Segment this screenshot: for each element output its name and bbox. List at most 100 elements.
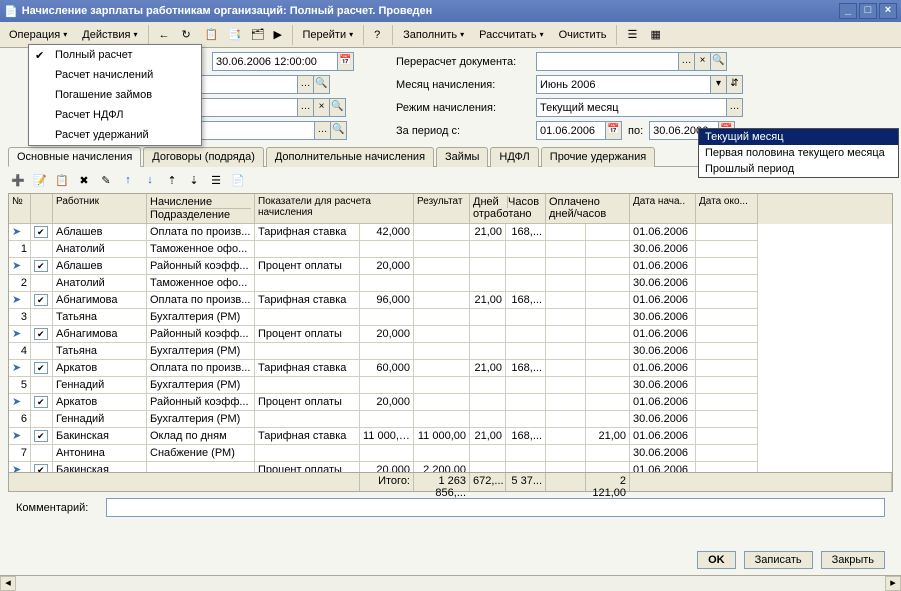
tab-main-accruals[interactable]: Основные начисления — [8, 147, 141, 167]
move-down-icon[interactable]: ↓ — [140, 170, 160, 190]
search-icon[interactable]: 🔍 — [711, 52, 727, 71]
table-row-sub[interactable]: 3ТатьянаБухгалтерия (РМ)30.06.2006 — [9, 309, 892, 326]
opmenu-item-accruals[interactable]: Расчет начислений — [29, 65, 201, 85]
actions-menu[interactable]: Действия▾ — [75, 24, 144, 46]
mode-popup[interactable]: Текущий месяц Первая половина текущего м… — [698, 128, 899, 178]
tab-loans[interactable]: Займы — [436, 147, 488, 167]
search-icon[interactable]: 🔍 — [314, 75, 330, 94]
copy-row-icon[interactable]: 📋 — [52, 170, 72, 190]
col-paid[interactable]: Оплачено дней/часов — [546, 194, 630, 224]
select-icon[interactable]: … — [679, 52, 695, 71]
close-button[interactable]: Закрыть — [821, 551, 885, 569]
col-result[interactable]: Результат — [414, 194, 470, 224]
toolbar-refresh-icon[interactable]: ↻ — [175, 24, 197, 46]
toolbar-copy-icon[interactable]: 📋 — [198, 24, 220, 46]
col-employee[interactable]: Работник — [53, 194, 147, 224]
period-from-input[interactable]: 01.06.2006 — [536, 121, 606, 140]
save-button[interactable]: Записать — [744, 551, 813, 569]
org-input[interactable] — [188, 75, 298, 94]
filter-icon[interactable]: ☰ — [206, 170, 226, 190]
table-row-sub[interactable]: 6ГеннадийБухгалтерия (РМ)30.06.2006 — [9, 411, 892, 428]
date-from-input[interactable]: 30.06.2006 12:00:00 — [212, 52, 338, 71]
sort-desc-icon[interactable]: ⇣ — [184, 170, 204, 190]
col-indicators[interactable]: Показатели для расчета начисления — [255, 194, 414, 224]
goto-menu[interactable]: Перейти▾ — [296, 24, 361, 46]
tab-other[interactable]: Прочие удержания — [541, 147, 655, 167]
scroll-left-icon[interactable]: ◂ — [0, 576, 16, 591]
month-input[interactable]: Июнь 2006 — [536, 75, 711, 94]
col-check[interactable] — [31, 194, 53, 224]
row-checkbox[interactable]: ✔ — [31, 258, 53, 275]
dropdown-icon[interactable]: ▾ — [711, 75, 727, 94]
table-row[interactable]: ➤✔АбнагимоваРайонный коэфф...Процент опл… — [9, 326, 892, 343]
select-icon[interactable]: … — [727, 98, 743, 117]
col-num[interactable]: № — [9, 194, 31, 224]
tab-ndfl[interactable]: НДФЛ — [490, 147, 538, 167]
date-picker-icon[interactable]: 📅 — [338, 52, 354, 71]
clear-icon[interactable]: × — [314, 98, 330, 117]
calc-menu[interactable]: Рассчитать▾ — [472, 24, 550, 46]
resp-input[interactable] — [185, 121, 315, 140]
mode-option-firsthalf[interactable]: Первая половина текущего месяца — [699, 145, 898, 161]
scroll-right-icon[interactable]: ▸ — [885, 576, 901, 591]
insert-row-icon[interactable]: 📝 — [30, 170, 50, 190]
toolbar-back-icon[interactable]: ← — [152, 24, 174, 46]
add-row-icon[interactable]: ➕ — [8, 170, 28, 190]
mode-option-prev[interactable]: Прошлый период — [699, 161, 898, 177]
tab-additional[interactable]: Дополнительные начисления — [266, 147, 434, 167]
table-row[interactable]: ➤✔АблашевОплата по произв...Тарифная ста… — [9, 224, 892, 241]
move-up-icon[interactable]: ↑ — [118, 170, 138, 190]
maximize-button[interactable]: □ — [859, 3, 877, 19]
row-checkbox[interactable]: ✔ — [31, 224, 53, 241]
row-checkbox[interactable]: ✔ — [31, 428, 53, 445]
grid-body[interactable]: ➤✔АблашевОплата по произв...Тарифная ста… — [9, 224, 892, 472]
table-row[interactable]: ➤✔АркатовОплата по произв...Тарифная ста… — [9, 360, 892, 377]
toolbar-structure-icon[interactable]: 📑 — [221, 24, 243, 46]
select-icon[interactable]: … — [315, 121, 331, 140]
row-checkbox[interactable]: ✔ — [31, 360, 53, 377]
fill-menu[interactable]: Заполнить▾ — [396, 24, 471, 46]
ok-button[interactable]: OK — [697, 551, 736, 569]
opmenu-item-deductions[interactable]: Расчет удержаний — [29, 125, 201, 145]
edit-row-icon[interactable]: ✎ — [96, 170, 116, 190]
row-checkbox[interactable]: ✔ — [31, 394, 53, 411]
comment-input[interactable] — [106, 498, 885, 517]
clear-button[interactable]: Очистить — [552, 24, 614, 46]
close-button[interactable]: × — [879, 3, 897, 19]
col-date-start[interactable]: Дата нача.. — [630, 194, 696, 224]
toolbar-tree-icon[interactable]: 🗂 — [244, 24, 266, 46]
operation-menu[interactable]: Операция▾ — [2, 24, 74, 46]
operation-dropdown[interactable]: ✔Полный расчет Расчет начислений Погашен… — [28, 44, 202, 146]
opmenu-item-ndfl[interactable]: Расчет НДФЛ — [29, 105, 201, 125]
table-row-sub[interactable]: 5ГеннадийБухгалтерия (РМ)30.06.2006 — [9, 377, 892, 394]
table-row[interactable]: ➤✔БакинскаяОклад по днямТарифная ставка1… — [9, 428, 892, 445]
row-checkbox[interactable]: ✔ — [31, 462, 53, 472]
table-row[interactable]: ➤✔АркатовРайонный коэфф...Процент оплаты… — [9, 394, 892, 411]
select-icon[interactable]: … — [298, 75, 314, 94]
table-row[interactable]: ➤✔АблашевРайонный коэфф...Процент оплаты… — [9, 258, 892, 275]
dept-input[interactable] — [188, 98, 298, 117]
toolbar-list-icon[interactable]: ☰ — [620, 24, 642, 46]
table-row-sub[interactable]: 4ТатьянаБухгалтерия (РМ)30.06.2006 — [9, 343, 892, 360]
horizontal-scrollbar[interactable]: ◂ ▸ — [0, 575, 901, 591]
clear-icon[interactable]: × — [695, 52, 711, 71]
table-row[interactable]: ➤✔АбнагимоваОплата по произв...Тарифная … — [9, 292, 892, 309]
date-picker-icon[interactable]: 📅 — [606, 121, 622, 140]
spinner-icon[interactable]: ⇵ — [727, 75, 743, 94]
mode-option-current[interactable]: Текущий месяц — [699, 129, 898, 145]
col-worked[interactable]: ДнейЧасов отработано — [470, 194, 546, 224]
delete-row-icon[interactable]: ✖ — [74, 170, 94, 190]
help-icon[interactable]: ? — [367, 24, 389, 46]
col-date-end[interactable]: Дата око... — [696, 194, 758, 224]
search-icon[interactable]: 🔍 — [331, 121, 347, 140]
opmenu-item-loans[interactable]: Погашение займов — [29, 85, 201, 105]
sort-asc-icon[interactable]: ⇡ — [162, 170, 182, 190]
toolbar-post-icon[interactable]: ▶ — [267, 24, 289, 46]
col-accrual[interactable]: Начисление Подразделение — [147, 194, 255, 224]
select-icon[interactable]: … — [298, 98, 314, 117]
toolbar-grid-icon[interactable]: ▦ — [643, 24, 665, 46]
search-icon[interactable]: 🔍 — [330, 98, 346, 117]
table-row-sub[interactable]: 1АнатолийТаможенное офо...30.06.2006 — [9, 241, 892, 258]
minimize-button[interactable]: _ — [839, 3, 857, 19]
doc-icon[interactable]: 📄 — [228, 170, 248, 190]
